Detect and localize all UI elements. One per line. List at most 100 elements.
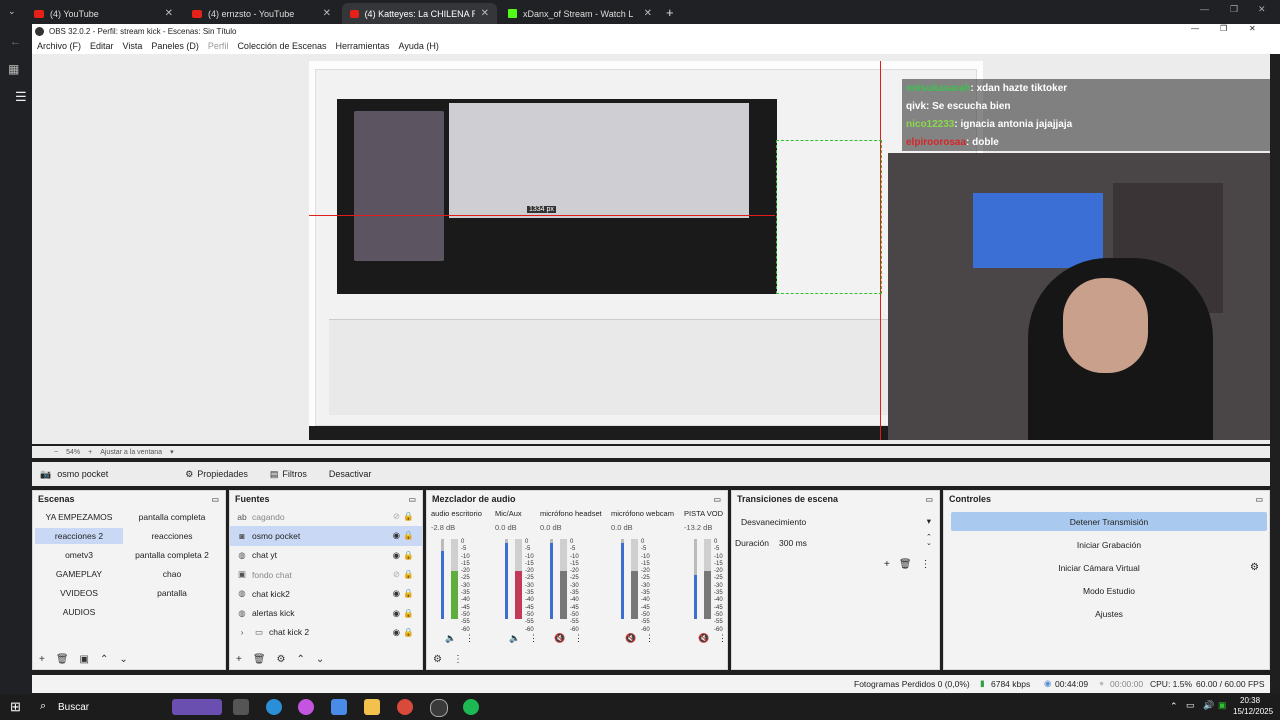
duration-stepper-icon[interactable]: ⌃ ⌄ [926,534,932,547]
close-icon[interactable]: ✕ [165,8,173,19]
scene-item[interactable]: YA EMPEZAMOS [35,509,123,525]
menu-herramientas[interactable]: Herramientas [336,41,390,51]
transition-select[interactable]: Desvanecimiento ▾ [737,513,935,530]
more-icon[interactable]: ⋮ [453,654,463,665]
menu-perfil[interactable]: Perfil [208,41,229,51]
popout-icon[interactable]: ▭ [408,495,416,504]
more-icon[interactable]: ⋮ [529,633,538,644]
menu-icon[interactable]: ☰ [15,89,27,105]
source-item[interactable]: ab cagando ⊘ 🔒 [230,507,422,526]
scene-item[interactable]: reacciones [128,528,216,544]
file-explorer-icon[interactable] [364,699,380,715]
volume-fader[interactable] [505,539,508,619]
eye-icon[interactable]: ◉ [393,550,400,561]
source-item-selected[interactable]: ◙ osmo pocket ◉ 🔒 [230,526,422,546]
duration-input[interactable]: 300 ms [779,538,807,548]
windows-start-icon[interactable]: ⊞ [10,699,21,715]
menu-vista[interactable]: Vista [123,41,143,51]
browser-tab-1[interactable]: (4) YouTube ✕ [26,3,181,24]
taskbar-search[interactable]: Buscar [58,702,89,713]
clock-date[interactable]: 15/12/2025 [1233,707,1273,716]
eye-hidden-icon[interactable]: ⊘ [393,569,400,580]
zoom-out-icon[interactable]: − [54,449,58,456]
gear-icon[interactable]: ⚙ [1250,562,1259,573]
muted-speaker-icon[interactable]: 🔇 [698,633,709,644]
clock-time[interactable]: 20:38 [1240,696,1260,705]
scene-item[interactable]: VVIDEOS [35,585,123,601]
properties-button[interactable]: ⚙ Propiedades [177,466,256,483]
spotify-icon[interactable] [463,699,479,715]
tray-chevron-icon[interactable]: ⌃ [1170,701,1178,712]
lock-icon[interactable]: 🔒 [403,569,414,580]
maximize-icon[interactable]: ❐ [1230,4,1238,15]
source-item[interactable]: ◍ chat kick2 ◉ 🔒 [230,584,422,603]
source-item[interactable]: ◍ chat yt ◉ 🔒 [230,546,422,565]
settings-button[interactable]: Ajustes [951,604,1267,623]
eye-icon[interactable]: ◉ [393,608,400,619]
source-item[interactable]: ▣ fondo chat ⊘ 🔒 [230,565,422,584]
lock-icon[interactable]: 🔒 [403,588,414,599]
stop-streaming-button[interactable]: Detener Transmisión [951,512,1267,531]
search-icon[interactable]: ⌕ [40,700,46,713]
menu-archivo[interactable]: Archivo (F) [37,41,81,51]
source-item[interactable]: › ▭ chat kick 2 ◉ 🔒 [230,623,422,642]
minimize-icon[interactable]: — [1200,4,1209,14]
volume-fader[interactable] [441,539,444,619]
browser-tab-4[interactable]: xDanx_of Stream - Watch L ✕ [500,3,660,24]
menu-editar[interactable]: Editar [90,41,114,51]
volume-fader[interactable] [550,539,553,619]
minimize-icon[interactable]: — [1191,24,1199,33]
more-icon[interactable]: ⋮ [465,633,474,644]
tray-app-icon[interactable]: ▣ [1218,700,1227,711]
close-icon[interactable]: ✕ [323,8,331,19]
menu-ayuda[interactable]: Ayuda (H) [399,41,439,51]
add-icon[interactable]: + [39,654,45,665]
menu-coleccion[interactable]: Colección de Escenas [237,41,326,51]
move-down-icon[interactable]: ⌄ [119,654,127,665]
back-icon[interactable]: ← [10,36,21,48]
scene-item[interactable]: chao [128,566,216,582]
close-icon[interactable]: ✕ [644,8,652,19]
filter-icon[interactable]: ▣ [80,654,89,665]
popout-icon[interactable]: ▭ [925,495,933,504]
lock-icon[interactable]: 🔒 [403,530,414,541]
maximize-icon[interactable]: ❐ [1220,24,1227,33]
chevron-right-icon[interactable]: › [235,627,249,637]
popout-icon[interactable]: ▭ [211,495,219,504]
close-icon[interactable]: ✕ [481,8,489,19]
webcam-source[interactable] [888,153,1270,440]
trash-icon[interactable]: 🗑 [253,654,266,665]
task-view-icon[interactable] [233,699,249,715]
deactivate-button[interactable]: Desactivar [321,466,380,482]
trash-icon[interactable]: 🗑 [56,654,69,665]
scene-item[interactable]: pantalla completa [128,509,216,525]
volume-fader[interactable] [621,539,624,619]
scene-item[interactable]: pantalla completa 2 [128,547,216,563]
lock-icon[interactable]: 🔒 [403,511,414,522]
eye-hidden-icon[interactable]: ⊘ [393,511,400,522]
gear-icon[interactable]: ⚙ [277,654,286,665]
add-icon[interactable]: + [236,654,242,665]
edge-icon[interactable] [266,699,282,715]
new-tab-button[interactable]: + [666,5,674,20]
browser-tab-2[interactable]: (4) ernzsto - YouTube ✕ [184,3,339,24]
lock-icon[interactable]: 🔒 [403,550,414,561]
lock-icon[interactable]: 🔒 [403,608,414,619]
zoom-fit-select[interactable]: Ajustar a la ventana [100,449,162,456]
scene-item[interactable]: GAMEPLAY [35,566,123,582]
close-window-icon[interactable]: ✕ [1258,4,1266,15]
scene-item-selected[interactable]: reacciones 2 [35,528,123,544]
volume-icon[interactable]: 🔊 [1203,700,1214,711]
source-item[interactable]: ◍ alertas kick ◉ 🔒 [230,603,422,622]
more-icon[interactable]: ⋮ [574,633,583,644]
menu-paneles[interactable]: Paneles (D) [151,41,199,51]
muted-speaker-icon[interactable]: 🔇 [554,633,565,644]
eye-icon[interactable]: ◉ [393,530,400,541]
lock-icon[interactable]: 🔒 [403,627,414,638]
move-up-icon[interactable]: ⌃ [297,654,305,665]
start-recording-button[interactable]: Iniciar Grabación [951,535,1267,554]
chrome-icon[interactable] [397,699,413,715]
scene-item[interactable]: pantalla [128,585,216,601]
filters-button[interactable]: ▤ Filtros [262,466,315,483]
scene-item[interactable]: ometv3 [35,547,123,563]
